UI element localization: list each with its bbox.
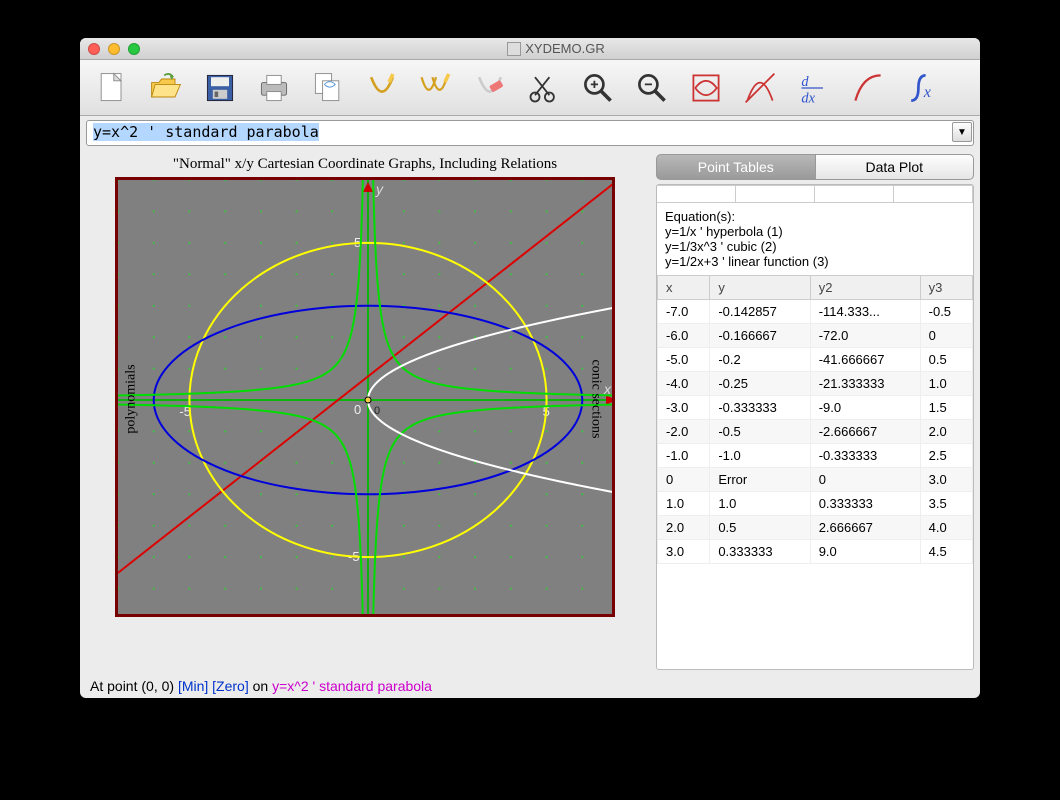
cut-button[interactable] <box>522 66 566 110</box>
graph-canvas[interactable]: yx05-55-50 <box>115 177 615 617</box>
tangent-button[interactable] <box>738 66 782 110</box>
document-icon <box>507 42 521 56</box>
titlebar[interactable]: XYDEMO.GR <box>80 38 980 60</box>
table-row[interactable]: -6.0-0.166667-72.00 <box>658 324 973 348</box>
table-row[interactable]: -4.0-0.25-21.3333331.0 <box>658 372 973 396</box>
table-row[interactable]: -7.0-0.142857-114.333...-0.5 <box>658 300 973 324</box>
derivative-button[interactable]: ddx <box>792 66 836 110</box>
minimize-icon[interactable] <box>108 43 120 55</box>
column-header[interactable]: x <box>658 276 710 300</box>
svg-text:dx: dx <box>801 90 815 106</box>
tabs: Point Tables Data Plot <box>656 154 974 180</box>
tab-data-plot[interactable]: Data Plot <box>816 154 975 180</box>
table-row[interactable]: 1.01.00.3333333.5 <box>658 492 973 516</box>
draw-multi-button[interactable] <box>414 66 458 110</box>
column-header[interactable]: y3 <box>920 276 972 300</box>
column-header[interactable]: y <box>710 276 810 300</box>
tab-point-tables[interactable]: Point Tables <box>656 154 816 180</box>
table-box[interactable]: Equation(s): y=1/x ' hyperbola (1) y=1/3… <box>656 184 974 670</box>
graph-pane: "Normal" x/y Cartesian Coordinate Graphs… <box>80 150 650 674</box>
table-row[interactable]: -2.0-0.5-2.6666672.0 <box>658 420 973 444</box>
zoom-out-button[interactable] <box>630 66 674 110</box>
graph-title: "Normal" x/y Cartesian Coordinate Graphs… <box>173 156 557 173</box>
draw-single-button[interactable] <box>360 66 404 110</box>
table-row[interactable]: 2.00.52.6666674.0 <box>658 516 973 540</box>
close-icon[interactable] <box>88 43 100 55</box>
duplicate-button[interactable] <box>306 66 350 110</box>
toolbar: ddx x <box>80 60 980 116</box>
zoom-in-button[interactable] <box>576 66 620 110</box>
grid-button[interactable] <box>684 66 728 110</box>
status-bar: At point (0, 0) [Min] [Zero] on y=x^2 ' … <box>80 674 980 698</box>
erase-button[interactable] <box>468 66 512 110</box>
table-row[interactable]: 0Error03.0 <box>658 468 973 492</box>
table-row[interactable]: -1.0-1.0-0.3333332.5 <box>658 444 973 468</box>
window-title: XYDEMO.GR <box>140 41 972 56</box>
svg-text:x: x <box>923 83 932 101</box>
side-panel: Point Tables Data Plot Equation(s): y=1/… <box>650 150 980 674</box>
graph-left-label: polynomials <box>124 364 140 433</box>
dropdown-icon[interactable]: ▼ <box>952 122 972 142</box>
app-window: XYDEMO.GR ddx x y=x^2 ' standard parabol… <box>80 38 980 698</box>
new-button[interactable] <box>90 66 134 110</box>
table-row[interactable]: -5.0-0.2-41.6666670.5 <box>658 348 973 372</box>
graph-right-label: conic sections <box>588 359 604 438</box>
table-row[interactable]: -3.0-0.333333-9.01.5 <box>658 396 973 420</box>
equation-input[interactable]: y=x^2 ' standard parabola <box>86 120 974 146</box>
svg-text:y: y <box>375 181 384 197</box>
curve-button[interactable] <box>846 66 890 110</box>
print-button[interactable] <box>252 66 296 110</box>
column-header[interactable]: y2 <box>810 276 920 300</box>
open-button[interactable] <box>144 66 188 110</box>
zoom-icon[interactable] <box>128 43 140 55</box>
svg-text:0: 0 <box>354 402 361 417</box>
equation-input-row: y=x^2 ' standard parabola ▼ <box>80 116 980 150</box>
equations-list: Equation(s): y=1/x ' hyperbola (1) y=1/3… <box>657 203 973 275</box>
point-table: xyy2y3 -7.0-0.142857-114.333...-0.5-6.0-… <box>657 275 973 564</box>
save-button[interactable] <box>198 66 242 110</box>
table-row[interactable]: 3.00.3333339.04.5 <box>658 540 973 564</box>
svg-text:0: 0 <box>374 405 380 417</box>
integral-button[interactable]: x <box>900 66 944 110</box>
